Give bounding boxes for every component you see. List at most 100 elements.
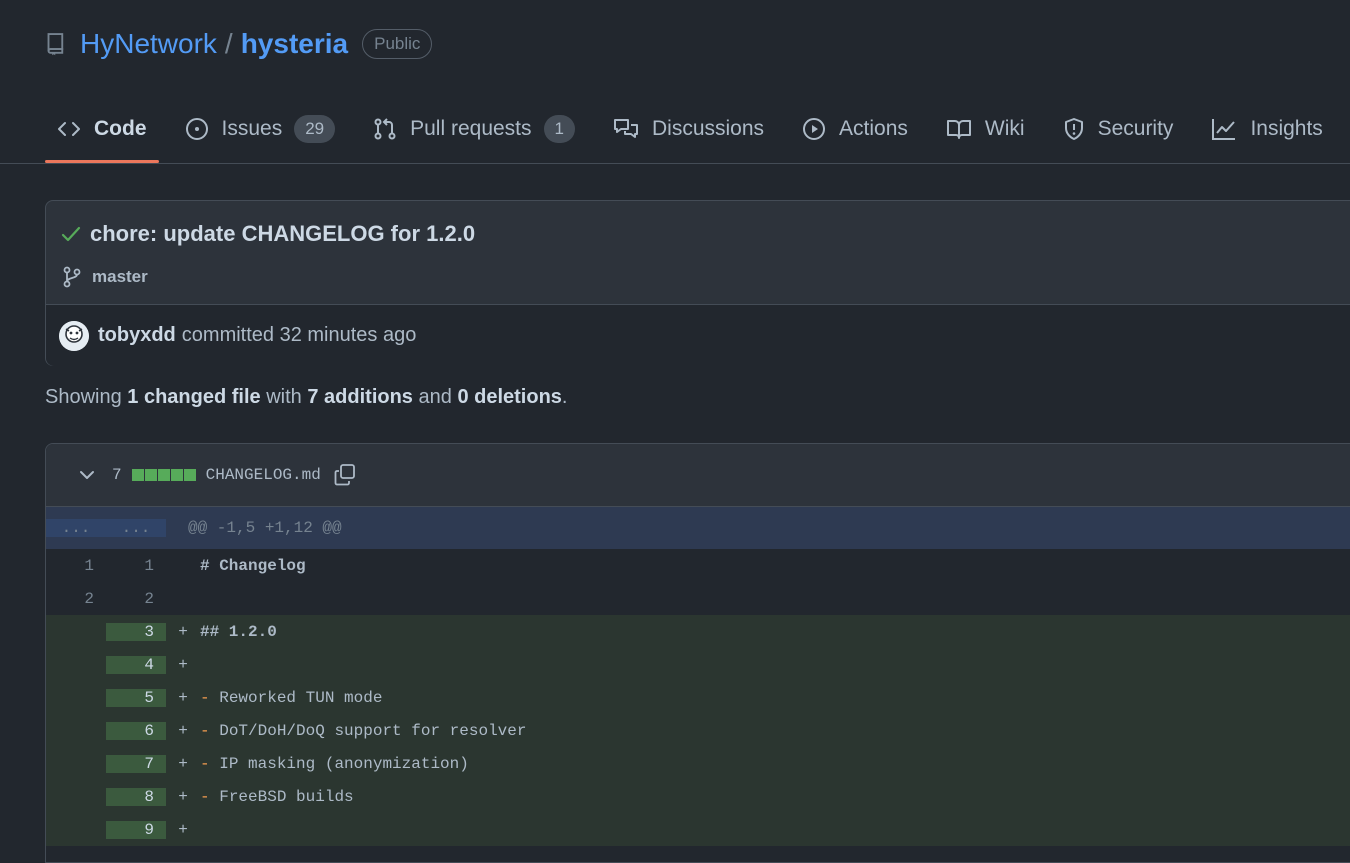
git-pull-request-icon [373, 117, 397, 141]
check-icon[interactable] [60, 223, 82, 245]
diff-line-added: 3 + ## 1.2.0 [46, 615, 1350, 648]
new-line-number[interactable]: 8 [106, 787, 166, 806]
tab-code[interactable]: Code [45, 104, 159, 163]
diff-line: 2 2 [46, 582, 1350, 615]
tab-discussions[interactable]: Discussions [601, 104, 776, 154]
summary-showing: Showing [45, 386, 122, 408]
file-name-link[interactable]: CHANGELOG.md [206, 466, 321, 484]
line-code: # Changelog [200, 556, 306, 575]
list-dash: - [200, 721, 210, 740]
diff-marker: + [178, 688, 188, 707]
diffstat-block [183, 469, 196, 481]
new-line-number[interactable]: 6 [106, 721, 166, 740]
diff-line-added: 6 + - DoT/DoH/DoQ support for resolver [46, 714, 1350, 747]
diff-marker: + [178, 754, 188, 773]
summary-changed-files[interactable]: 1 changed file [127, 386, 260, 408]
diffstat-bar [131, 469, 197, 481]
old-line-number[interactable]: 2 [46, 590, 106, 608]
diffstat-count: 7 [112, 466, 122, 484]
chevron-down-icon[interactable] [78, 466, 96, 484]
tab-pull-requests[interactable]: Pull requests 1 [361, 104, 587, 154]
hunk-expand-old[interactable]: ... [46, 519, 106, 537]
line-text: IP masking (anonymization) [219, 754, 469, 773]
old-line-number[interactable]: 1 [46, 557, 106, 575]
commit-meta: tobyxdd committed 32 minutes ago [46, 304, 1350, 366]
diff-line-added: 8 + - FreeBSD builds [46, 780, 1350, 813]
summary-and: and [418, 386, 452, 408]
diffstat-block [170, 469, 183, 481]
issues-counter: 29 [294, 115, 336, 143]
new-line-number[interactable]: 9 [106, 820, 166, 839]
play-icon [802, 117, 826, 141]
repo-name-link[interactable]: hysteria [241, 28, 348, 60]
new-line-number[interactable]: 5 [106, 688, 166, 707]
summary-end: . [561, 386, 568, 408]
pull-requests-counter: 1 [543, 115, 575, 143]
branch-row: master [62, 266, 148, 288]
diff-marker: + [178, 820, 188, 839]
tab-label: Wiki [984, 117, 1025, 140]
hunk-expand-new[interactable]: ... [106, 519, 166, 537]
summary-with: with [266, 386, 302, 408]
line-text: DoT/DoH/DoQ support for resolver [219, 721, 527, 740]
new-line-number[interactable]: 3 [106, 622, 166, 641]
diffstat-block [131, 469, 144, 481]
line-code: - Reworked TUN mode [190, 689, 382, 707]
hunk-header: @@ -1,5 +1,12 @@ [188, 519, 342, 537]
diff-line-added: 4 + [46, 648, 1350, 681]
line-code: - DoT/DoH/DoQ support for resolver [190, 722, 526, 740]
comment-discussion-icon [613, 117, 639, 141]
list-dash: - [200, 688, 210, 707]
tab-label: Security [1097, 117, 1174, 140]
repo-separator: / [224, 28, 233, 59]
diff-line-added: 5 + - Reworked TUN mode [46, 681, 1350, 714]
repo-owner-link[interactable]: HyNetwork [80, 28, 217, 60]
summary-deletions: 0 deletions [457, 386, 562, 408]
diff-marker: + [178, 787, 188, 806]
tab-label: Actions [839, 117, 908, 140]
commit-box: chore: update CHANGELOG for 1.2.0 master… [45, 200, 1350, 366]
tab-wiki[interactable]: Wiki [934, 104, 1037, 154]
list-dash: - [200, 754, 210, 773]
diff-marker: + [178, 655, 188, 674]
avatar[interactable] [59, 320, 89, 351]
commit-author-link[interactable]: tobyxdd [98, 324, 176, 347]
diff-marker: + [178, 622, 188, 641]
diff-summary: Showing 1 changed file with 7 additions … [45, 386, 567, 409]
diffstat-block [144, 469, 157, 481]
new-line-number[interactable]: 1 [106, 557, 166, 575]
diff-table: ... ... @@ -1,5 +1,12 @@ 1 1 # Changelog… [46, 507, 1350, 846]
line-code: - FreeBSD builds [190, 788, 354, 806]
graph-icon [1211, 117, 1237, 141]
tab-insights[interactable]: Insights [1199, 104, 1334, 154]
new-line-number[interactable]: 7 [106, 754, 166, 773]
file-header: 7 CHANGELOG.md [46, 444, 1350, 507]
tab-issues[interactable]: Issues 29 [173, 104, 348, 154]
new-line-number[interactable]: 4 [106, 655, 166, 674]
commit-title-row: chore: update CHANGELOG for 1.2.0 [60, 221, 475, 247]
repo-nav-tabs: Code Issues 29 Pull requests 1 Discussio… [45, 104, 1349, 164]
tab-label: Issues [221, 117, 283, 140]
tab-security[interactable]: Security [1051, 104, 1186, 154]
line-code: - IP masking (anonymization) [190, 755, 469, 773]
line-text: FreeBSD builds [219, 787, 354, 806]
tab-label: Discussions [652, 117, 765, 140]
hunk-header-row: ... ... @@ -1,5 +1,12 @@ [46, 507, 1350, 549]
diff-line-added: 7 + - IP masking (anonymization) [46, 747, 1350, 780]
shield-icon [1063, 117, 1085, 141]
new-line-number[interactable]: 2 [106, 590, 166, 608]
diff-marker: + [178, 721, 188, 740]
line-code: ## 1.2.0 [200, 622, 277, 641]
git-branch-icon [62, 266, 82, 288]
repo-header: HyNetwork / hysteria Public Code Issues … [0, 0, 1350, 164]
list-dash: - [200, 787, 210, 806]
diff-line: 1 1 # Changelog [46, 549, 1350, 582]
repo-title: HyNetwork / hysteria Public [46, 26, 433, 62]
branch-name[interactable]: master [92, 267, 148, 287]
commit-time: committed 32 minutes ago [181, 324, 417, 346]
commit-title: chore: update CHANGELOG for 1.2.0 [90, 221, 476, 246]
tab-actions[interactable]: Actions [790, 104, 920, 154]
file-diff: 7 CHANGELOG.md ... ... @@ -1,5 +1,12 @@ … [45, 443, 1350, 863]
diff-line-added: 9 + [46, 813, 1350, 846]
copy-icon[interactable] [333, 463, 357, 487]
